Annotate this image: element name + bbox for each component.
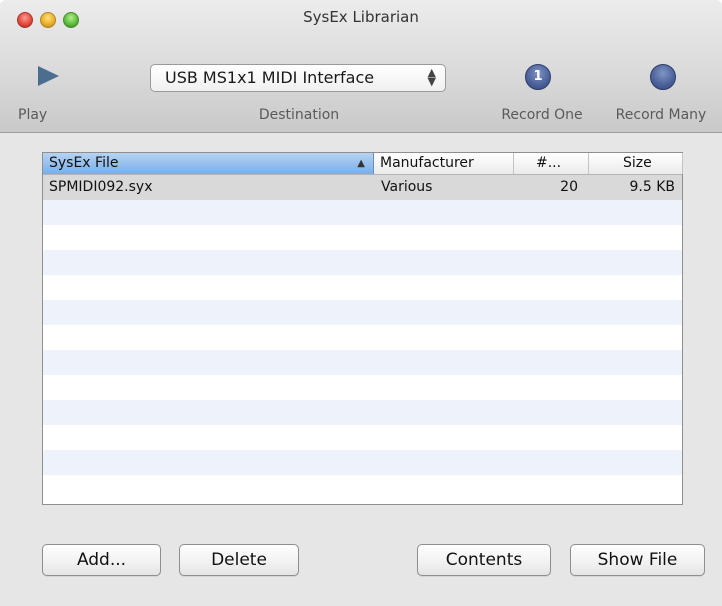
column-header-size[interactable]: Size (589, 153, 683, 174)
record-one-badge: 1 (533, 69, 543, 84)
app-window: SysEx Librarian Play USB MS1x1 MIDI Inte… (0, 0, 722, 606)
column-header-label: SysEx File (49, 155, 119, 171)
empty-row (43, 400, 682, 425)
play-icon (38, 66, 59, 86)
column-header-label: Size (623, 155, 652, 171)
show-file-button[interactable]: Show File (570, 544, 705, 576)
record-many-label: Record Many (615, 107, 707, 123)
contents-button[interactable]: Contents (417, 544, 551, 576)
table-header: SysEx File ▲ Manufacturer #... Size (43, 153, 683, 175)
cell-count: 20 (560, 179, 578, 195)
sysex-file-table[interactable]: SysEx File ▲ Manufacturer #... Size SPMI… (42, 152, 683, 505)
column-header-manufacturer[interactable]: Manufacturer (374, 153, 514, 174)
record-many-icon (650, 64, 676, 90)
delete-button[interactable]: Delete (179, 544, 299, 576)
add-button[interactable]: Add... (42, 544, 161, 576)
empty-row (43, 450, 682, 475)
record-one-icon: 1 (525, 64, 551, 90)
column-header-count[interactable]: #... (514, 153, 589, 174)
cell-file: SPMIDI092.syx (49, 179, 153, 195)
destination-label: Destination (258, 107, 340, 123)
table-body: SPMIDI092.syx Various 20 9.5 KB (43, 175, 682, 504)
empty-row (43, 250, 682, 275)
sort-ascending-icon: ▲ (357, 158, 365, 169)
cell-manufacturer: Various (381, 179, 433, 195)
play-label: Play (18, 107, 48, 123)
empty-row (43, 350, 682, 375)
column-header-label: #... (536, 155, 562, 171)
window-title: SysEx Librarian (303, 8, 419, 26)
table-row[interactable]: SPMIDI092.syx Various 20 9.5 KB (43, 175, 682, 200)
destination-value: USB MS1x1 MIDI Interface (165, 68, 375, 87)
cell-size: 9.5 KB (629, 179, 676, 195)
record-one-label: Record One (501, 107, 583, 123)
column-header-sysex-file[interactable]: SysEx File ▲ (43, 153, 374, 174)
destination-select[interactable]: USB MS1x1 MIDI Interface ▲ ▼ (150, 64, 446, 92)
updown-chevron-icon: ▲ ▼ (427, 66, 436, 88)
toolbar: SysEx Librarian Play USB MS1x1 MIDI Inte… (0, 0, 722, 133)
column-header-label: Manufacturer (380, 155, 474, 171)
empty-row (43, 200, 682, 225)
empty-row (43, 300, 682, 325)
